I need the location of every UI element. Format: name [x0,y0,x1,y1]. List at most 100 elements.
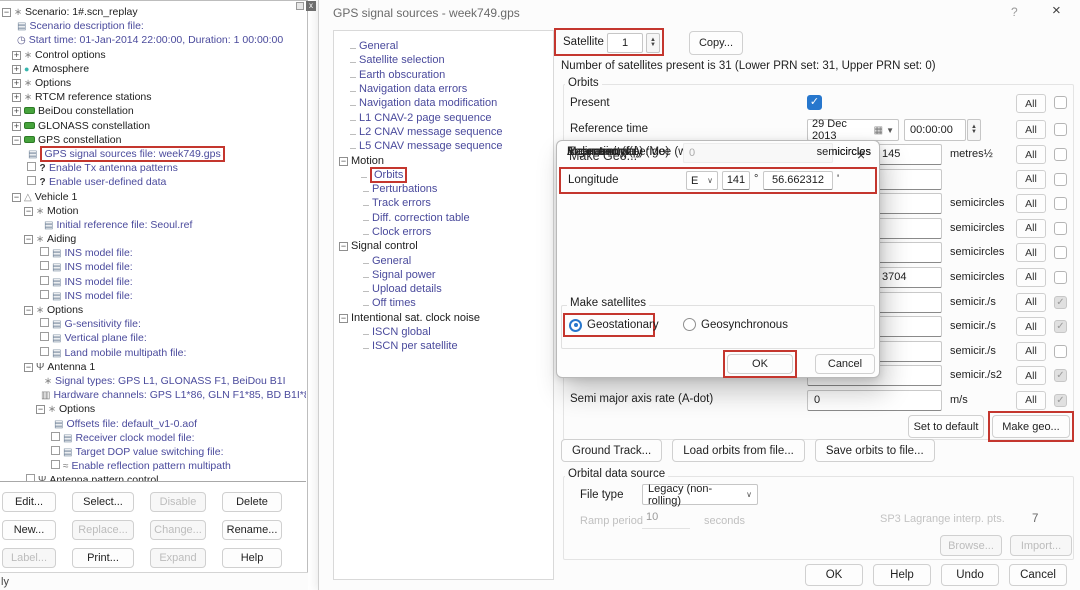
time-field[interactable]: 00:00:00 [904,119,966,141]
tree-action-button[interactable]: Edit... [2,492,56,512]
dialog-bottom-button[interactable]: Help [873,564,931,586]
tree-item[interactable]: ▤ Scenario description file: [0,19,306,33]
geostationary-radio[interactable] [569,319,582,332]
tree-item[interactable]: −∗ Options [0,402,306,416]
cancel-button[interactable]: Cancel [815,354,875,374]
tree-item[interactable]: + GLONASS constellation [0,119,306,133]
tree-action-button[interactable]: Select... [72,492,134,512]
tree-action-button[interactable]: Expand [150,548,206,568]
tree-item[interactable]: ≈ Enable reflection pattern multipath [0,459,306,473]
satellite-number-field[interactable]: 1 [607,33,643,53]
orbit-all-button[interactable]: All [1016,391,1046,410]
tree-action-button[interactable]: Delete [222,492,282,512]
nav-tree-item[interactable]: Navigation data errors [334,82,553,96]
orbit-all-button[interactable]: All [1016,317,1046,336]
tree-action-button[interactable]: Disable [150,492,206,512]
orbit-all-button[interactable]: All [1016,219,1046,238]
present-checkbox[interactable] [807,95,822,110]
tree-action-button[interactable]: Replace... [72,520,134,540]
longitude-degrees-field[interactable]: 141 [722,171,750,190]
orbit-all-checkbox[interactable] [1054,197,1067,210]
tree-item[interactable]: +∗ Control options [0,48,306,62]
nav-tree-item[interactable]: Perturbations [334,182,553,196]
tree-item[interactable]: ? Enable Tx antenna patterns [0,161,306,175]
nav-tree-item[interactable]: Earth obscuration [334,68,553,82]
orbit-all-button[interactable]: All [1016,170,1046,189]
orbit-all-checkbox[interactable] [1054,320,1067,333]
orbit-all-button[interactable]: All [1016,194,1046,213]
tree-item[interactable]: ∗ Signal types: GPS L1, GLONASS F1, BeiD… [0,374,306,388]
present-all-button[interactable]: All [1016,94,1046,113]
copy-button[interactable]: Copy... [689,31,743,55]
tree-action-button[interactable]: New... [2,520,56,540]
nav-tree-item[interactable]: L2 CNAV message sequence [334,125,553,139]
tree-item[interactable]: − GPS constellation [0,133,306,147]
nav-tree-item[interactable]: L1 CNAV-2 page sequence [334,110,553,124]
reference-time-all-checkbox[interactable] [1054,123,1067,136]
satellite-stepper[interactable]: ▲▼ [646,33,660,53]
tree-item[interactable]: ▤ INS model file: [0,275,306,289]
present-all-checkbox[interactable] [1054,96,1067,109]
tree-item[interactable]: −△ Vehicle 1 [0,189,306,203]
set-to-default-button[interactable]: Set to default [908,415,984,438]
tree-item[interactable]: ▤ Land mobile multipath file: [0,346,306,360]
orbit-all-button[interactable]: All [1016,145,1046,164]
tree-action-button[interactable]: Change... [150,520,206,540]
orbit-all-button[interactable]: All [1016,342,1046,361]
orbit-all-checkbox[interactable] [1054,173,1067,186]
orbit-all-checkbox[interactable] [1054,296,1067,309]
tree-action-button[interactable]: Print... [72,548,134,568]
tree-item[interactable]: −Ψ Antenna 1 [0,360,306,374]
tree-item[interactable]: ? Enable user-defined data [0,175,306,189]
close-icon[interactable]: × [1052,2,1061,19]
help-icon[interactable]: ? [1011,5,1018,19]
orbit-all-button[interactable]: All [1016,268,1046,287]
file-type-select[interactable]: Legacy (non-rolling) ∨ [642,484,758,505]
orbit-all-checkbox[interactable] [1054,345,1067,358]
nav-tree-item[interactable]: Signal power [334,268,553,282]
nav-tree-item[interactable]: General [334,39,553,53]
nav-tree-item[interactable]: Satellite selection [334,53,553,67]
nav-tree-item[interactable]: Diff. correction table [334,211,553,225]
tree-item[interactable]: ▤ INS model file: [0,289,306,303]
dialog-bottom-button[interactable]: OK [805,564,863,586]
orbit-file-button[interactable]: Load orbits from file... [672,439,805,462]
tree-item[interactable]: +∗ Options [0,76,306,90]
dialog-bottom-button[interactable]: Cancel [1009,564,1067,586]
nav-tree-item[interactable]: Off times [334,296,553,310]
tree-item[interactable]: ▤ GPS signal sources file: week749.gps [0,147,306,161]
orbit-all-checkbox[interactable] [1054,246,1067,259]
minimize-icon[interactable] [296,2,304,10]
nav-tree-item[interactable]: Upload details [334,282,553,296]
tree-action-button[interactable]: Label... [2,548,56,568]
nav-tree-item[interactable]: − Motion [334,153,553,167]
orbit-all-checkbox[interactable] [1054,394,1067,407]
nav-tree-item[interactable]: ISCN global [334,325,553,339]
close-icon[interactable]: x [306,1,316,11]
reference-time-all-button[interactable]: All [1016,120,1046,139]
date-field[interactable]: 29 Dec 2013 ▦ ▼ [807,119,899,141]
orbit-all-checkbox[interactable] [1054,222,1067,235]
tree-item[interactable]: ▤ Vertical plane file: [0,331,306,345]
import-button[interactable]: Import... [1010,535,1072,556]
tree-action-button[interactable]: Help [222,548,282,568]
orbit-file-button[interactable]: Save orbits to file... [815,439,935,462]
ok-button[interactable]: OK [727,354,793,374]
browse-button[interactable]: Browse... [940,535,1002,556]
tree-item[interactable]: −∗ Motion [0,204,306,218]
tree-action-button[interactable]: Rename... [222,520,282,540]
nav-tree-item[interactable]: Navigation data modification [334,96,553,110]
make-geo-button[interactable]: Make geo... [992,415,1070,438]
orbit-all-button[interactable]: All [1016,293,1046,312]
orbit-all-checkbox[interactable] [1054,369,1067,382]
time-stepper[interactable]: ▲▼ [967,119,981,141]
geosynchronous-radio[interactable] [683,318,696,331]
orbit-all-checkbox[interactable] [1054,148,1067,161]
nav-tree-item[interactable]: ISCN per satellite [334,339,553,353]
tree-item[interactable]: ▤ INS model file: [0,260,306,274]
tree-item[interactable]: ▥ Hardware channels: GPS L1*86, GLN F1*8… [0,388,306,402]
tree-item[interactable]: ▤ INS model file: [0,246,306,260]
tree-item[interactable]: +● Atmosphere [0,62,306,76]
orbit-value-field[interactable]: 0 [807,390,942,411]
tree-item[interactable]: ▤ Receiver clock model file: [0,431,306,445]
